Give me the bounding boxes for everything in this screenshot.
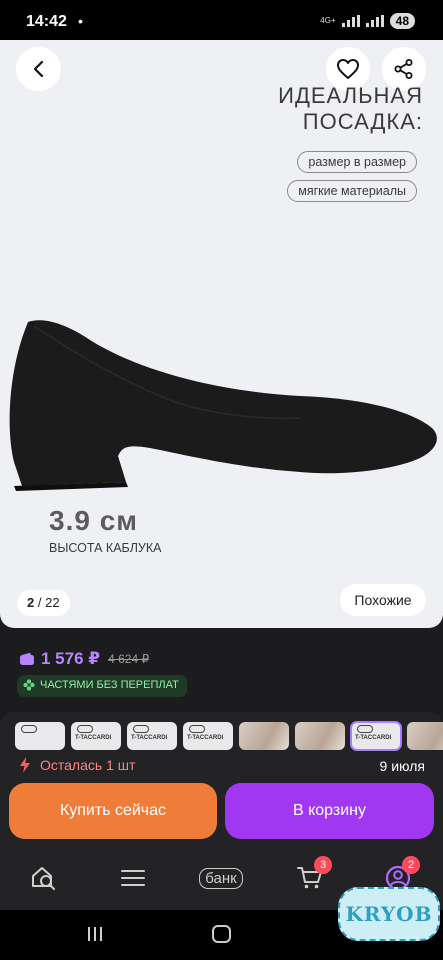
feature-pill-materials: мягкие материалы bbox=[287, 180, 417, 202]
variant-thumbnails: T-TACCARDI T-TACCARDI T-TACCARDI T-TACCA… bbox=[15, 721, 443, 751]
heart-icon bbox=[337, 59, 359, 79]
chevron-left-icon bbox=[33, 60, 43, 78]
price-row: 1 576 ₽ 4 624 ₽ bbox=[19, 649, 149, 669]
wallet-icon bbox=[20, 652, 34, 665]
menu-icon bbox=[121, 870, 145, 886]
stock-text: Осталась 1 шт bbox=[40, 757, 136, 773]
tab-home[interactable] bbox=[24, 860, 64, 896]
brand-logo-icon bbox=[357, 725, 373, 733]
search-home-icon bbox=[32, 867, 55, 890]
heel-height-label: ВЫСОТА КАБЛУКА bbox=[49, 541, 162, 555]
feature-pill-size: размер в размер bbox=[297, 151, 417, 173]
variant-thumbnail[interactable] bbox=[15, 722, 65, 750]
promo-heading: ИДЕАЛЬНАЯ ПОСАДКА: bbox=[278, 83, 423, 134]
brand-logo-icon bbox=[189, 725, 205, 733]
lightning-icon bbox=[20, 757, 30, 773]
variant-brand: T-TACCARDI bbox=[355, 735, 392, 741]
back-button[interactable] bbox=[16, 47, 61, 91]
similar-button[interactable]: Похожие bbox=[340, 584, 426, 616]
delivery-date: 9 июля bbox=[379, 758, 425, 774]
installment-text: ЧАСТЯМИ БЕЗ ПЕРЕПЛАТ bbox=[40, 679, 179, 691]
shoe-image bbox=[9, 320, 437, 491]
network-type: 4G+ bbox=[320, 16, 336, 25]
price-current: 1 576 ₽ bbox=[41, 649, 101, 668]
variant-thumbnail[interactable] bbox=[239, 722, 289, 750]
stock-row: Осталась 1 шт bbox=[19, 757, 135, 773]
home-button[interactable] bbox=[212, 925, 231, 943]
variant-brand: T-TACCARDI bbox=[75, 735, 112, 741]
variant-thumbnail[interactable] bbox=[295, 722, 345, 750]
variant-thumbnail[interactable] bbox=[407, 722, 443, 750]
status-bar: 14:42 • 4G+ 48 bbox=[0, 0, 443, 40]
cart-badge: 3 bbox=[314, 856, 332, 874]
brand-logo-icon bbox=[77, 725, 93, 733]
add-to-cart-button[interactable]: В корзину bbox=[225, 783, 434, 839]
tab-catalog[interactable] bbox=[113, 860, 153, 896]
profile-badge: 2 bbox=[402, 856, 420, 874]
notification-dot: • bbox=[78, 13, 83, 29]
variant-thumbnail[interactable]: T-TACCARDI bbox=[183, 722, 233, 750]
recent-apps-button[interactable] bbox=[88, 927, 102, 941]
bank-label: банк bbox=[199, 867, 243, 889]
image-counter-total: / 22 bbox=[37, 595, 60, 610]
share-icon bbox=[394, 59, 413, 79]
watermark-sticker: KRYOB bbox=[338, 887, 440, 941]
split-payment-icon bbox=[23, 679, 35, 691]
buy-now-button[interactable]: Купить сейчас bbox=[9, 783, 217, 839]
tab-cart[interactable]: 3 bbox=[290, 856, 332, 896]
image-counter-current: 2 bbox=[27, 595, 35, 610]
price-old: 4 624 ₽ bbox=[108, 652, 150, 666]
product-image-gallery[interactable]: ИДЕАЛЬНАЯ ПОСАДКА: размер в размер мягки… bbox=[0, 40, 443, 628]
tab-bank[interactable]: банк bbox=[193, 860, 249, 896]
variant-thumbnail-selected[interactable]: T-TACCARDI bbox=[350, 721, 402, 751]
signal-icon bbox=[341, 15, 360, 27]
variant-brand: T-TACCARDI bbox=[187, 735, 224, 741]
signal-2-icon bbox=[365, 15, 384, 27]
status-time: 14:42 bbox=[26, 13, 67, 30]
brand-logo-icon bbox=[133, 725, 149, 733]
variant-brand: T-TACCARDI bbox=[131, 735, 168, 741]
installment-badge[interactable]: ЧАСТЯМИ БЕЗ ПЕРЕПЛАТ bbox=[17, 675, 187, 697]
status-indicators: 4G+ 48 bbox=[320, 13, 415, 29]
brand-logo-icon bbox=[21, 725, 37, 733]
variant-thumbnail[interactable]: T-TACCARDI bbox=[71, 722, 121, 750]
battery-indicator: 48 bbox=[389, 13, 415, 29]
heel-height-value: 3.9 см bbox=[49, 505, 138, 536]
image-counter: 2 / 22 bbox=[17, 590, 70, 616]
variant-thumbnail[interactable]: T-TACCARDI bbox=[127, 722, 177, 750]
